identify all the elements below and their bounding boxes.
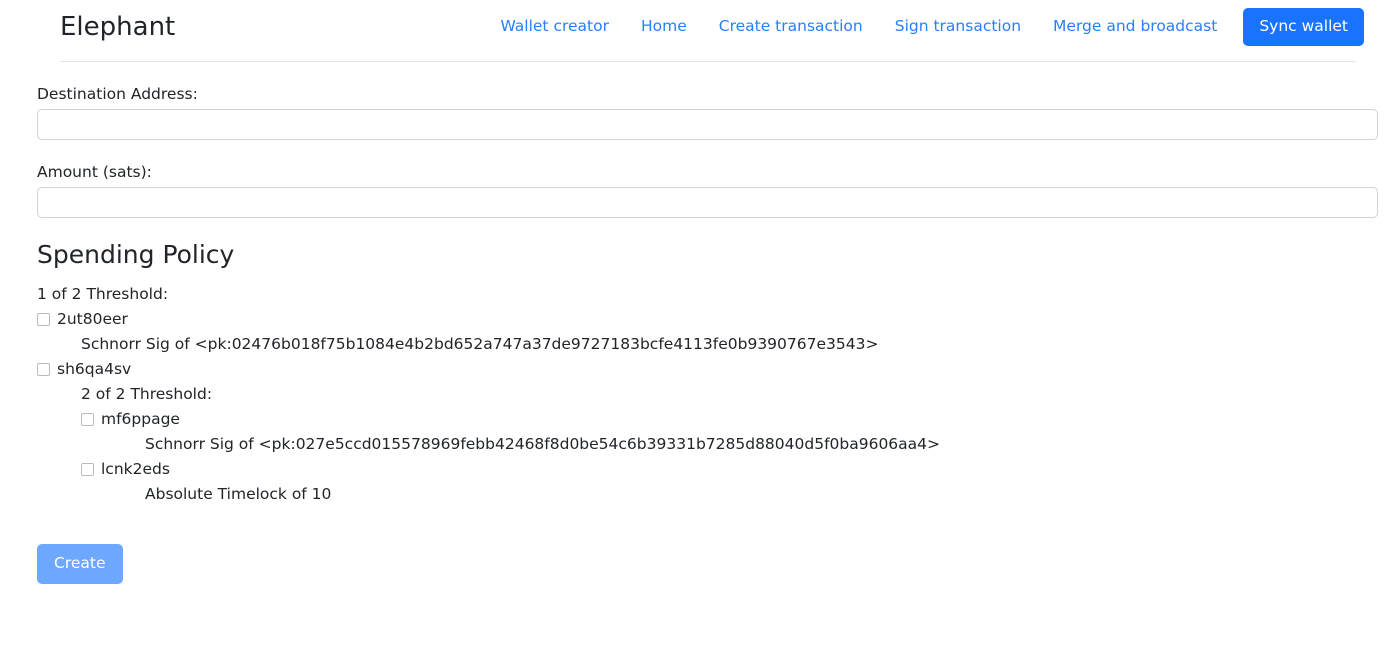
- spending-policy-tree: 1 of 2 Threshold: 2ut80eer Schnorr Sig o…: [37, 282, 1378, 506]
- policy-node-checkbox-sh6qa4sv[interactable]: [37, 362, 50, 376]
- policy-node-checkbox-2ut80eer[interactable]: [37, 312, 50, 326]
- policy-node: mf6ppage Schnorr Sig of <pk:027e5ccd0155…: [37, 407, 1378, 456]
- create-transaction-button[interactable]: Create: [37, 544, 123, 584]
- policy-node-row[interactable]: 2ut80eer: [37, 307, 1378, 331]
- policy-node-label-lcnk2eds[interactable]: lcnk2eds: [101, 457, 170, 481]
- root-threshold-label: 1 of 2 Threshold:: [37, 285, 169, 304]
- policy-node-checkbox-lcnk2eds[interactable]: [81, 462, 94, 476]
- nav-link-merge-and-broadcast[interactable]: Merge and broadcast: [1037, 11, 1233, 43]
- spending-policy-title: Spending Policy: [37, 240, 235, 270]
- policy-node-label-2ut80eer[interactable]: 2ut80eer: [57, 307, 128, 331]
- nav-links: Wallet creator Home Create transaction S…: [484, 8, 1364, 46]
- main-content: Destination Address: Amount (sats): Spen…: [0, 62, 1388, 584]
- amount-input[interactable]: [37, 187, 1378, 219]
- policy-node-detail-mf6ppage: Schnorr Sig of <pk:027e5ccd015578969febb…: [145, 435, 941, 454]
- nav-link-sign-transaction[interactable]: Sign transaction: [879, 11, 1037, 43]
- top-navbar: Elephant Wallet creator Home Create tran…: [0, 0, 1388, 54]
- amount-label: Amount (sats):: [37, 163, 152, 182]
- policy-node-detail-2ut80eer: Schnorr Sig of <pk:02476b018f75b1084e4b2…: [81, 335, 879, 354]
- sub-threshold-label: 2 of 2 Threshold:: [81, 385, 213, 404]
- sync-wallet-button[interactable]: Sync wallet: [1243, 8, 1364, 46]
- destination-address-field-group: Destination Address:: [37, 84, 1378, 141]
- policy-node-detail-lcnk2eds: Absolute Timelock of 10: [145, 485, 332, 504]
- destination-address-label: Destination Address:: [37, 85, 198, 103]
- nav-link-create-transaction[interactable]: Create transaction: [703, 11, 879, 43]
- policy-node-row[interactable]: sh6qa4sv: [37, 357, 1378, 381]
- policy-node-label-mf6ppage[interactable]: mf6ppage: [101, 407, 180, 431]
- nav-link-wallet-creator[interactable]: Wallet creator: [484, 11, 625, 43]
- policy-node-row[interactable]: lcnk2eds: [81, 457, 1378, 481]
- policy-node-label-sh6qa4sv[interactable]: sh6qa4sv: [57, 357, 131, 381]
- destination-address-input[interactable]: [37, 109, 1378, 141]
- policy-node: lcnk2eds Absolute Timelock of 10: [37, 457, 1378, 506]
- policy-node-row[interactable]: mf6ppage: [81, 407, 1378, 431]
- policy-node: 2ut80eer Schnorr Sig of <pk:02476b018f75…: [37, 307, 1378, 356]
- policy-node-checkbox-mf6ppage[interactable]: [81, 412, 94, 426]
- amount-field-group: Amount (sats):: [37, 162, 1378, 219]
- nav-link-home[interactable]: Home: [625, 11, 703, 43]
- brand-logo[interactable]: Elephant: [60, 14, 175, 40]
- policy-node: sh6qa4sv 2 of 2 Threshold: mf6ppage Schn…: [37, 357, 1378, 506]
